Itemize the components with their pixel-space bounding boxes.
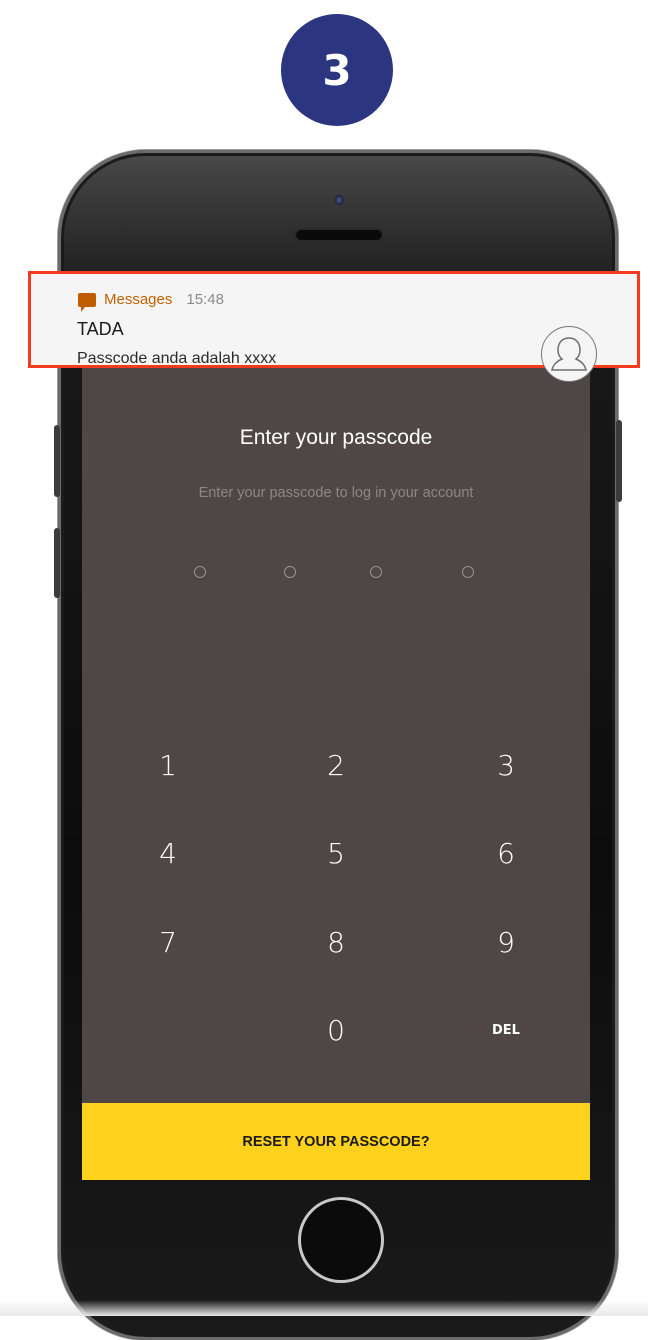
key-1[interactable]: 1 (118, 735, 218, 795)
key-4[interactable]: 4 (118, 823, 218, 883)
notification-app-name: Messages (104, 291, 173, 308)
key-0[interactable]: 0 (286, 1000, 386, 1060)
front-camera (334, 195, 344, 205)
key-5[interactable]: 5 (286, 823, 386, 883)
step-number-badge: 3 (281, 14, 393, 126)
passcode-dot (462, 566, 474, 578)
passcode-dot (284, 566, 296, 578)
message-bubble-icon (78, 292, 96, 312)
bottom-fade (0, 1300, 648, 1316)
key-8[interactable]: 8 (286, 912, 386, 972)
reset-passcode-label: RESET YOUR PASSCODE? (242, 1133, 430, 1150)
volume-button (54, 528, 60, 598)
home-button[interactable] (298, 1197, 384, 1283)
reset-passcode-button[interactable]: RESET YOUR PASSCODE? (82, 1103, 590, 1180)
passcode-screen: Enter your passcode Enter your passcode … (82, 280, 590, 1180)
page-title: Enter your passcode (239, 426, 433, 449)
power-button (616, 420, 622, 502)
sms-notification[interactable]: Messages 15:48 TADA Passcode anda adalah… (28, 271, 640, 382)
notification-time: 15:48 (186, 291, 224, 308)
mute-switch (54, 425, 60, 497)
page-subtitle: Enter your passcode to log in your accou… (198, 485, 474, 501)
delete-button[interactable]: DEL (456, 1000, 556, 1060)
notification-header: Messages 15:48 (78, 291, 224, 312)
key-7[interactable]: 7 (118, 912, 218, 972)
notification-sender: TADA (77, 319, 124, 339)
passcode-dot (370, 566, 382, 578)
key-6[interactable]: 6 (456, 823, 556, 883)
key-3[interactable]: 3 (456, 735, 556, 795)
step-number: 3 (322, 45, 352, 95)
passcode-dot (194, 566, 206, 578)
notification-message: Passcode anda adalah xxxx (77, 350, 277, 367)
person-avatar-icon (541, 326, 597, 382)
key-9[interactable]: 9 (456, 912, 556, 972)
passcode-dots (82, 566, 590, 582)
earpiece-speaker (296, 230, 382, 240)
key-2[interactable]: 2 (286, 735, 386, 795)
